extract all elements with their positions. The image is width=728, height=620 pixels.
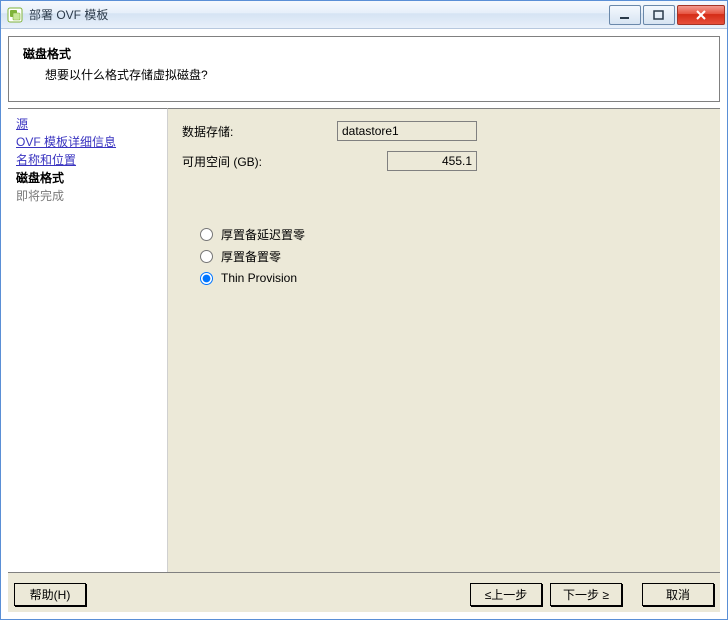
minimize-button[interactable]: [609, 5, 641, 25]
datastore-label: 数据存储:: [182, 123, 337, 140]
radio-thick-lazy-label: 厚置备延迟置零: [221, 226, 305, 243]
sidebar-item-ovf-details[interactable]: OVF 模板详细信息: [16, 133, 159, 151]
sidebar-item-source[interactable]: 源: [16, 115, 159, 133]
radio-thick-lazy[interactable]: 厚置备延迟置零: [200, 223, 706, 245]
radio-thin-provision-label: Thin Provision: [221, 271, 297, 285]
back-button[interactable]: ≤上一步: [470, 583, 542, 606]
help-button[interactable]: 帮助(H): [14, 583, 86, 606]
wizard-body: 源 OVF 模板详细信息 名称和位置 磁盘格式 即将完成 数据存储: datas…: [8, 108, 720, 572]
sidebar-item-disk-format: 磁盘格式: [16, 169, 159, 187]
deploy-ovf-window: 部署 OVF 模板 磁盘格式 想要以什么格式存储虚拟磁盘? 源 OVF 模板详细…: [0, 0, 728, 620]
radio-thick-eager[interactable]: 厚置备置零: [200, 245, 706, 267]
sidebar-item-ready: 即将完成: [16, 187, 159, 205]
titlebar: 部署 OVF 模板: [1, 1, 727, 29]
maximize-button[interactable]: [643, 5, 675, 25]
sidebar-item-name-location[interactable]: 名称和位置: [16, 151, 159, 169]
wizard-steps-sidebar: 源 OVF 模板详细信息 名称和位置 磁盘格式 即将完成: [8, 108, 168, 572]
freespace-value: 455.1: [387, 151, 477, 171]
wizard-content: 数据存储: datastore1 可用空间 (GB): 455.1 厚置备延迟置…: [168, 108, 720, 572]
radio-thick-eager-label: 厚置备置零: [221, 248, 281, 265]
next-button[interactable]: 下一步 ≥: [550, 583, 622, 606]
page-title: 磁盘格式: [23, 45, 705, 62]
wizard-footer: 帮助(H) ≤上一步 下一步 ≥ 取消: [8, 572, 720, 612]
close-icon: [694, 10, 708, 20]
wizard-header: 磁盘格式 想要以什么格式存储虚拟磁盘?: [8, 36, 720, 102]
datastore-row: 数据存储: datastore1: [182, 119, 706, 143]
radio-thin-provision-input[interactable]: [200, 272, 213, 285]
maximize-icon: [653, 10, 665, 20]
app-icon: [7, 7, 23, 23]
datastore-value: datastore1: [337, 121, 477, 141]
radio-thick-lazy-input[interactable]: [200, 228, 213, 241]
window-title: 部署 OVF 模板: [29, 6, 108, 23]
window-controls: [607, 5, 725, 25]
radio-thin-provision[interactable]: Thin Provision: [200, 267, 706, 289]
freespace-row: 可用空间 (GB): 455.1: [182, 149, 706, 173]
radio-thick-eager-input[interactable]: [200, 250, 213, 263]
cancel-button[interactable]: 取消: [642, 583, 714, 606]
minimize-icon: [619, 10, 631, 20]
page-subtitle: 想要以什么格式存储虚拟磁盘?: [45, 66, 705, 83]
freespace-label: 可用空间 (GB):: [182, 153, 337, 170]
provision-radio-group: 厚置备延迟置零 厚置备置零 Thin Provision: [200, 223, 706, 289]
close-button[interactable]: [677, 5, 725, 25]
